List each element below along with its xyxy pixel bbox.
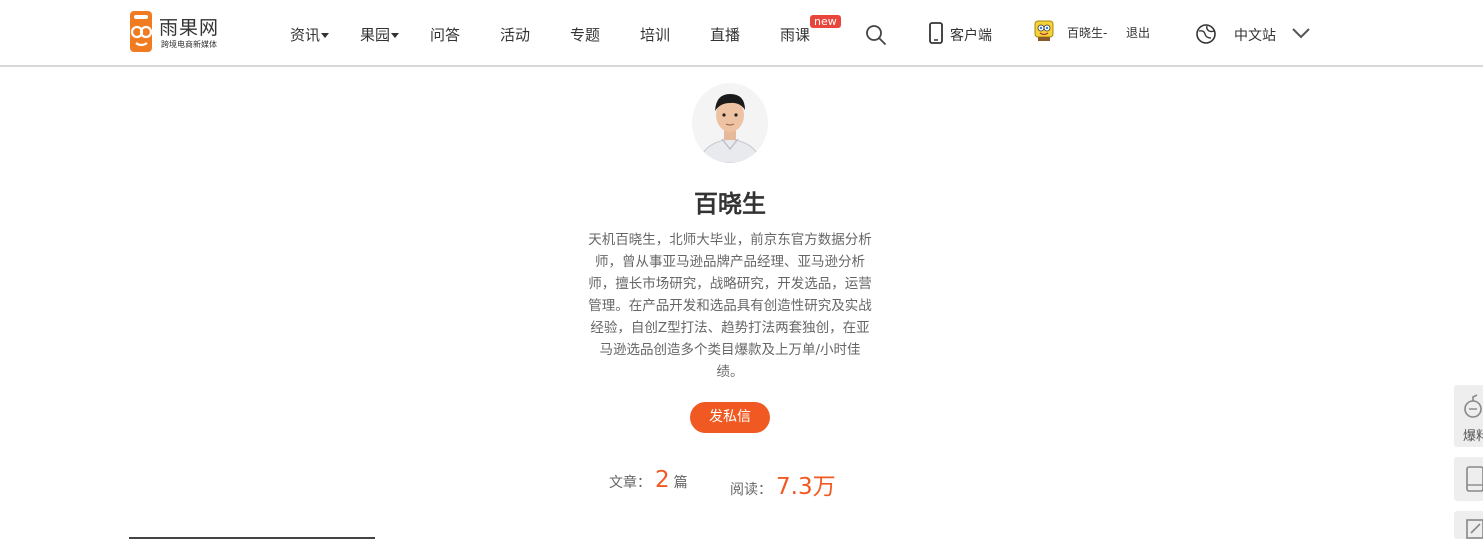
author-avatar	[692, 83, 768, 163]
author-name: 百晓生	[694, 190, 766, 218]
nav-item-training[interactable]: 培训	[640, 24, 670, 45]
side-tool-tablet[interactable]	[1454, 457, 1483, 501]
caret-down-icon	[321, 33, 330, 38]
site-header: 雨果网 跨境电商新媒体 资讯 果园 问答 活动 专题 培训 直播 雨课 new …	[0, 0, 1483, 67]
read-count-value: 7.3万	[776, 474, 836, 500]
author-bio: 天机百晓生，北师大毕业，前京东官方数据分析师，曾从事亚马逊品牌产品经理、亚马逊分…	[588, 232, 872, 380]
article-count-label: 文章：	[609, 475, 651, 491]
nav-item-news[interactable]: 资讯	[290, 24, 330, 45]
mobile-phone-icon[interactable]	[929, 22, 943, 44]
nav-item-events[interactable]: 活动	[500, 24, 530, 45]
article-count-unit: 篇	[673, 475, 688, 491]
site-logo[interactable]: 雨果网 跨境电商新媒体	[129, 10, 239, 55]
search-icon[interactable]	[865, 24, 887, 46]
logo-tagline: 跨境电商新媒体	[161, 40, 217, 49]
chevron-down-icon[interactable]	[1292, 27, 1310, 39]
logout-link[interactable]: 退出	[1126, 24, 1150, 41]
side-tool-tipoff[interactable]: 爆料	[1454, 385, 1483, 447]
new-badge: new	[810, 15, 841, 28]
globe-icon[interactable]	[1195, 23, 1217, 45]
nav-item-label: 果园	[360, 26, 391, 44]
client-link[interactable]: 客户端	[950, 25, 992, 45]
nav-item-orchard[interactable]: 果园	[360, 24, 400, 45]
side-tool-label: 爆料	[1463, 429, 1483, 444]
user-name[interactable]: 百晓生-	[1067, 24, 1107, 41]
user-avatar[interactable]	[1031, 18, 1057, 44]
caret-down-icon	[391, 33, 400, 38]
article-count: 文章： 2 篇	[609, 467, 688, 493]
bomb-icon	[1464, 394, 1482, 418]
logo-name: 雨果网	[159, 17, 220, 39]
send-private-message-button[interactable]: 发私信	[690, 402, 770, 433]
nav-item-courses[interactable]: 雨课	[780, 24, 810, 45]
article-count-value: 2	[655, 467, 670, 493]
tablet-icon	[1466, 466, 1483, 492]
nav-item-qa[interactable]: 问答	[430, 24, 460, 45]
nav-item-topics[interactable]: 专题	[570, 24, 600, 45]
edit-icon	[1466, 519, 1483, 539]
side-tool-edit[interactable]	[1454, 511, 1483, 539]
nav-item-live[interactable]: 直播	[710, 24, 740, 45]
read-count-label: 阅读：	[730, 482, 772, 498]
nav-item-label: 资讯	[290, 26, 321, 44]
author-profile: 百晓生 天机百晓生，北师大毕业，前京东官方数据分析师，曾从事亚马逊品牌产品经理、…	[0, 69, 1483, 539]
logo-icon	[130, 11, 153, 52]
language-selector[interactable]: 中文站	[1234, 25, 1276, 45]
read-count: 阅读： 7.3万	[730, 467, 840, 501]
